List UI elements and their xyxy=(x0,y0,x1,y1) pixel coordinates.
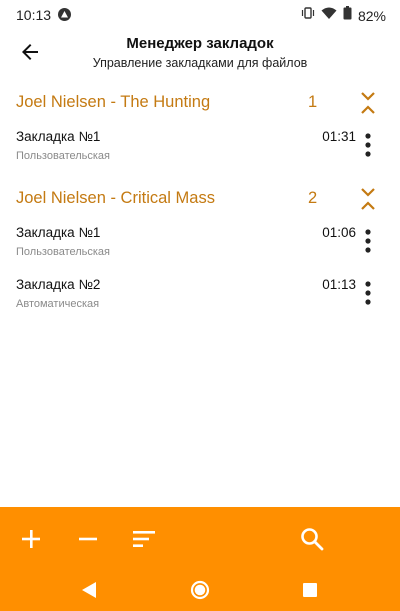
back-triangle-icon xyxy=(82,582,96,598)
sort-icon xyxy=(133,531,155,547)
bookmark-type: Пользовательская xyxy=(16,150,111,162)
nav-back-button[interactable] xyxy=(74,575,104,605)
battery-icon xyxy=(343,6,352,25)
bookmark-time: 01:13 xyxy=(322,277,356,292)
battery-percentage: 82% xyxy=(357,7,386,24)
collapse-toggle-button[interactable] xyxy=(356,88,380,118)
status-bar: 10:13 82% xyxy=(0,0,400,30)
bookmark-item[interactable]: Закладка №1 Пользовательская 01:06 xyxy=(0,218,400,270)
chevron-collapse-icon xyxy=(361,188,375,210)
add-bookmark-button[interactable] xyxy=(15,523,47,555)
app-notification-icon xyxy=(58,8,71,21)
home-circle-icon xyxy=(190,580,210,600)
sort-button[interactable] xyxy=(128,523,160,555)
bookmark-time: 01:31 xyxy=(322,129,356,144)
group-count: 1 xyxy=(308,93,318,111)
chevron-collapse-icon xyxy=(361,92,375,114)
bookmark-name: Закладка №1 xyxy=(16,225,101,240)
bookmark-time: 01:06 xyxy=(322,225,356,240)
minus-icon xyxy=(79,537,97,541)
group-header[interactable]: Joel Nielsen - The Hunting 1 xyxy=(0,84,400,122)
nav-home-button[interactable] xyxy=(185,575,215,605)
wifi-icon xyxy=(321,7,337,25)
more-options-button[interactable] xyxy=(360,280,376,306)
more-options-button[interactable] xyxy=(360,132,376,158)
remove-bookmark-button[interactable] xyxy=(72,523,104,555)
bookmark-name: Закладка №1 xyxy=(16,129,101,144)
collapse-toggle-button[interactable] xyxy=(356,184,380,214)
nav-recents-button[interactable] xyxy=(295,575,325,605)
group-title: Joel Nielsen - Critical Mass xyxy=(16,189,215,207)
bookmark-type: Пользовательская xyxy=(16,246,111,258)
app-bar: Менеджер закладок Управление закладками … xyxy=(0,30,400,80)
more-options-button[interactable] xyxy=(360,228,376,254)
more-vert-icon xyxy=(365,281,371,305)
bookmark-type: Автоматическая xyxy=(16,298,100,310)
bookmark-item[interactable]: Закладка №2 Автоматическая 01:13 xyxy=(0,270,400,322)
group-count: 2 xyxy=(308,189,318,207)
bookmark-item[interactable]: Закладка №1 Пользовательская 01:31 xyxy=(0,122,400,174)
page-subtitle: Управление закладками для файлов xyxy=(92,56,308,70)
search-icon xyxy=(301,528,324,551)
plus-icon xyxy=(22,530,40,548)
page-title: Менеджер закладок xyxy=(126,35,274,52)
group-title: Joel Nielsen - The Hunting xyxy=(16,93,211,111)
bottom-toolbar xyxy=(0,507,400,611)
search-button[interactable] xyxy=(296,523,328,555)
bookmark-name: Закладка №2 xyxy=(16,277,101,292)
recents-square-icon xyxy=(303,583,317,597)
more-vert-icon xyxy=(365,229,371,253)
bookmark-list: Joel Nielsen - The Hunting 1 Закладка №1… xyxy=(0,84,400,322)
vibrate-icon xyxy=(301,6,315,25)
more-vert-icon xyxy=(365,133,371,157)
group-header[interactable]: Joel Nielsen - Critical Mass 2 xyxy=(0,180,400,218)
status-time: 10:13 xyxy=(16,7,52,23)
